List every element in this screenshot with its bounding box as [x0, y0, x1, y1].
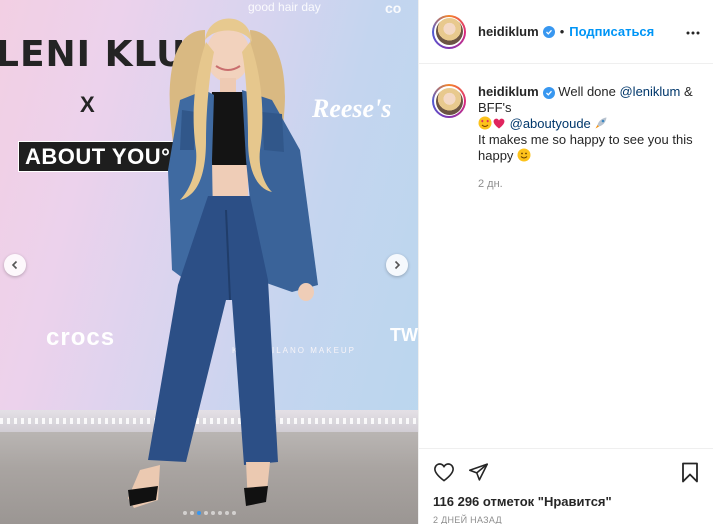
carousel-prev-button[interactable] [4, 254, 26, 276]
mention-aboutyoude[interactable]: @aboutyoude [510, 116, 591, 131]
carousel-dot [183, 511, 187, 515]
post-side-panel: heidiklum • Подписаться heidiklum Well d… [418, 0, 713, 524]
person-figure [128, 18, 318, 508]
header-username[interactable]: heidiklum [478, 24, 539, 39]
more-horizontal-icon[interactable] [686, 22, 700, 40]
caption: heidiklum Well done @leniklum & BFF's @a… [432, 84, 704, 192]
caption-line1: Well done [554, 84, 620, 99]
post-actions: 116 296 отметок "Нравится" 2 ДНЕЙ НАЗАД [419, 448, 713, 524]
chevron-left-icon [11, 260, 18, 270]
caption-text: heidiklum Well done @leniklum & BFF's @a… [478, 84, 702, 192]
smiling-face-icon [517, 148, 531, 162]
carousel-dot [211, 511, 215, 515]
carousel-dot [197, 511, 201, 515]
header-separator: • [559, 24, 565, 39]
likes-count[interactable]: 116 296 отметок "Нравится" [433, 494, 612, 509]
caption-avatar[interactable] [432, 84, 466, 118]
avatar[interactable] [432, 14, 466, 49]
carousel-dot [218, 511, 222, 515]
caption-age: 2 дн. [478, 178, 503, 190]
caption-body: heidiklum Well done @leniklum & BFF's @a… [478, 84, 702, 164]
verified-badge-icon [542, 25, 555, 38]
carousel-dot [225, 511, 229, 515]
post-photo[interactable]: good hair day co LENI KLUM X ABOUT YOU° … [0, 0, 418, 524]
follow-button[interactable]: Подписаться [569, 24, 654, 39]
verified-badge-icon [542, 87, 555, 99]
mention-leniklum[interactable]: @leniklum [619, 84, 680, 99]
post-header: heidiklum • Подписаться [419, 0, 713, 64]
send-icon[interactable] [468, 462, 489, 487]
caption-line3: It makes me so happy to see you this hap… [478, 132, 693, 163]
carousel-next-button[interactable] [386, 254, 408, 276]
carousel-indicator [183, 511, 236, 515]
chevron-right-icon [394, 260, 401, 270]
carousel-dot [204, 511, 208, 515]
carousel-dot [232, 511, 236, 515]
bookmark-icon[interactable] [681, 462, 699, 488]
rocket-icon [595, 117, 607, 129]
heart-eyes-emoji-icon [478, 116, 492, 130]
red-heart-icon [493, 118, 505, 129]
heart-icon[interactable] [433, 462, 455, 487]
carousel-dot [190, 511, 194, 515]
post-timestamp[interactable]: 2 ДНЕЙ НАЗАД [433, 515, 502, 524]
caption-username[interactable]: heidiklum [478, 84, 539, 99]
